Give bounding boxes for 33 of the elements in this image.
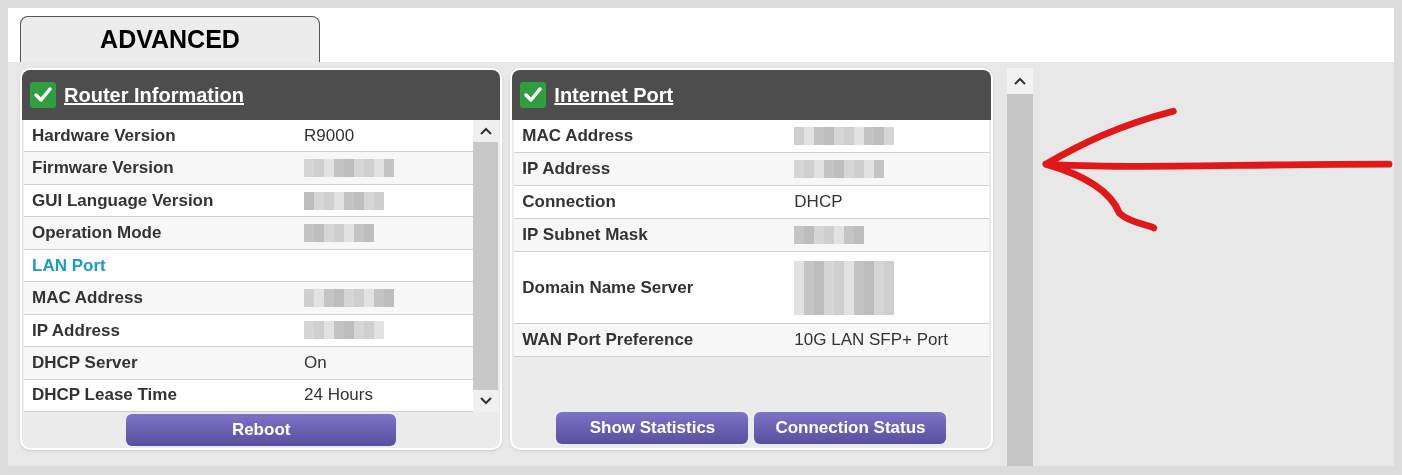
row-label: Hardware Version	[31, 124, 177, 147]
row-value: 24 Hours	[304, 384, 373, 407]
action-button[interactable]: Connection Status	[754, 412, 947, 444]
redacted-value	[304, 224, 374, 243]
scrollbar[interactable]	[473, 120, 499, 412]
row-label: Domain Name Server	[521, 276, 695, 299]
page-scrollbar[interactable]	[1006, 68, 1034, 466]
tab[interactable]: ADVANCED	[20, 16, 320, 62]
row-label: Firmware Version	[31, 157, 175, 180]
row-label: Operation Mode	[31, 222, 163, 245]
row-value: 10G LAN SFP+ Port	[794, 329, 948, 352]
row-value: On	[304, 352, 327, 375]
card-title-link[interactable]: Internet Port	[554, 80, 674, 110]
row-label: IP Subnet Mask	[521, 224, 649, 247]
row-label: Connection	[521, 191, 617, 214]
scroll-down-icon[interactable]	[473, 390, 499, 412]
card-title-link[interactable]: Router Information	[64, 80, 244, 110]
row-label: WAN Port Preference	[521, 329, 695, 352]
row-value: R9000	[304, 124, 355, 147]
action-button[interactable]: Reboot	[126, 414, 397, 446]
row-label: GUI Language Version	[31, 189, 215, 212]
row-label: IP Address	[31, 319, 121, 342]
row-value: DHCP	[794, 191, 843, 214]
row-label: MAC Address	[521, 125, 635, 148]
scroll-up-icon[interactable]	[1006, 68, 1034, 94]
scroll-up-icon[interactable]	[473, 120, 499, 142]
row-label: IP Address	[521, 158, 612, 181]
row-label: DHCP Server	[31, 352, 139, 375]
section-heading: LAN Port	[31, 254, 107, 277]
row-label: MAC Address	[31, 287, 144, 310]
redacted-value	[794, 226, 865, 244]
action-button[interactable]: Show Statistics	[556, 412, 749, 444]
row-label: DHCP Lease Time	[31, 384, 178, 407]
